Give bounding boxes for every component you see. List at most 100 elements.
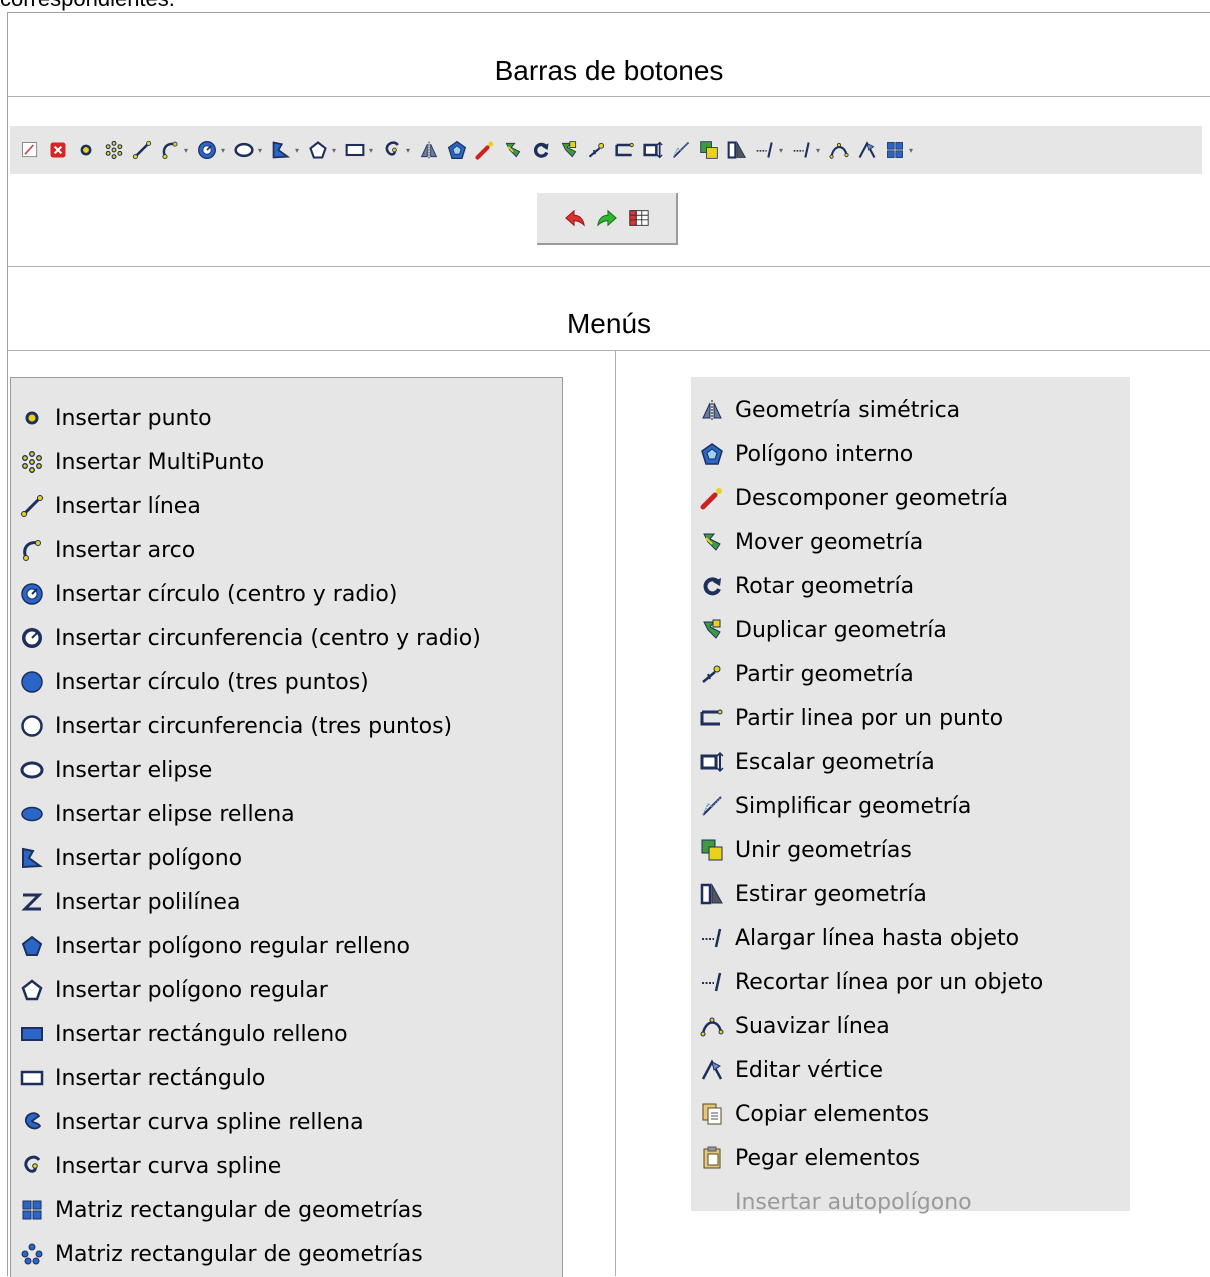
menu-item[interactable]: Insertar polígono regular — [11, 968, 562, 1012]
extend-line-icon — [699, 925, 725, 951]
menu-item[interactable]: Insertar círculo (centro y radio) — [11, 572, 562, 616]
explode-icon — [475, 141, 494, 160]
polyline-icon — [19, 889, 45, 915]
menu-item[interactable]: Suavizar línea — [691, 1004, 1130, 1048]
rectangle-tool-button[interactable] — [341, 135, 369, 165]
menu-item[interactable]: Alargar línea hasta objeto — [691, 916, 1130, 960]
arc-tool-button[interactable] — [156, 135, 184, 165]
menu-item[interactable]: Insertar línea — [11, 484, 562, 528]
menu-item-label: Partir geometría — [735, 661, 914, 687]
menu-item[interactable]: Insertar curva spline rellena — [11, 1100, 562, 1144]
menu-item[interactable]: Duplicar geometría — [691, 608, 1130, 652]
dropdown-arrow-icon[interactable]: ▾ — [816, 146, 825, 155]
explode-icon — [699, 485, 725, 511]
table-icon — [628, 210, 649, 226]
dropdown-arrow-icon[interactable]: ▾ — [406, 146, 415, 155]
regular-polygon-tool-button[interactable] — [304, 135, 332, 165]
dropdown-arrow-icon[interactable]: ▾ — [221, 146, 230, 155]
menu-item[interactable]: Partir linea por un punto — [691, 696, 1130, 740]
menu-item[interactable]: Matriz rectangular de geometrías — [11, 1188, 562, 1232]
menu-item[interactable]: Insertar rectángulo — [11, 1056, 562, 1100]
duplicate-tool-button[interactable] — [555, 135, 583, 165]
explode-tool-button[interactable] — [471, 135, 499, 165]
spline-tool-button[interactable] — [378, 135, 406, 165]
edit-toggle-tool-button[interactable] — [16, 135, 44, 165]
menu-item[interactable]: Insertar circunferencia (tres puntos) — [11, 704, 562, 748]
stop-edit-tool-button[interactable] — [44, 135, 72, 165]
dropdown-arrow-icon[interactable]: ▾ — [295, 146, 304, 155]
internal-polygon-tool-button[interactable] — [443, 135, 471, 165]
menu-item[interactable]: Insertar polilínea — [11, 880, 562, 924]
menu-item-label: Estirar geometría — [735, 881, 927, 907]
column-divider — [615, 350, 616, 1276]
rectangle-icon — [19, 1065, 45, 1091]
polygon-tool-button[interactable] — [267, 135, 295, 165]
menu-item[interactable]: Mover geometría — [691, 520, 1130, 564]
menu-item[interactable]: Insertar MultiPunto — [11, 440, 562, 484]
extend-line-tool-button[interactable] — [751, 135, 779, 165]
line-tool-button[interactable] — [128, 135, 156, 165]
dropdown-arrow-icon[interactable]: ▾ — [184, 146, 193, 155]
dropdown-arrow-icon[interactable]: ▾ — [258, 146, 267, 155]
menu-item-label: Insertar círculo (centro y radio) — [55, 581, 398, 607]
menu-item[interactable]: Insertar círculo (tres puntos) — [11, 660, 562, 704]
scale-tool-button[interactable] — [639, 135, 667, 165]
menu-item[interactable]: Copiar elementos — [691, 1092, 1130, 1136]
menu-item[interactable]: Unir geometrías — [691, 828, 1130, 872]
menu-item[interactable]: Insertar polígono — [11, 836, 562, 880]
menu-item[interactable]: Recortar línea por un objeto — [691, 960, 1130, 1004]
menu-item[interactable]: Estirar geometría — [691, 872, 1130, 916]
dropdown-arrow-icon[interactable]: ▾ — [332, 146, 341, 155]
circle-tool-button[interactable] — [193, 135, 221, 165]
menu-item[interactable]: Matriz rectangular de geometrías — [11, 1232, 562, 1276]
dropdown-arrow-icon[interactable]: ▾ — [909, 146, 918, 155]
dropdown-arrow-icon[interactable]: ▾ — [369, 146, 378, 155]
regular-polygon-icon — [309, 141, 327, 159]
menu-item[interactable]: Escalar geometría — [691, 740, 1130, 784]
menu-item[interactable]: Insertar elipse — [11, 748, 562, 792]
menu-item[interactable]: Descomponer geometría — [691, 476, 1130, 520]
menu-item[interactable]: Polígono interno — [691, 432, 1130, 476]
menu-item[interactable]: Simplificar geometría — [691, 784, 1130, 828]
menu-item[interactable]: Insertar arco — [11, 528, 562, 572]
split-tool-button[interactable] — [583, 135, 611, 165]
symmetry-tool-button[interactable] — [415, 135, 443, 165]
ellipse-icon — [234, 142, 254, 158]
trim-line-tool-button[interactable] — [788, 135, 816, 165]
menu-item-label: Insertar circunferencia (centro y radio) — [55, 625, 481, 651]
circle-icon — [198, 141, 216, 159]
split-line-tool-button[interactable] — [611, 135, 639, 165]
edit-vertex-icon — [858, 141, 876, 158]
join-tool-button[interactable] — [695, 135, 723, 165]
dropdown-arrow-icon[interactable]: ▾ — [779, 146, 788, 155]
menu-item[interactable]: Insertar elipse rellena — [11, 792, 562, 836]
menu-item[interactable]: Partir geometría — [691, 652, 1130, 696]
menu-item[interactable]: Editar vértice — [691, 1048, 1130, 1092]
menu-item[interactable]: Pegar elementos — [691, 1136, 1130, 1180]
edit-vertex-icon — [699, 1057, 725, 1083]
divider — [8, 350, 1210, 351]
redo-button[interactable] — [593, 203, 621, 233]
multipoint-tool-button[interactable] — [100, 135, 128, 165]
menu-item[interactable]: Insertar polígono regular relleno — [11, 924, 562, 968]
ellipse-tool-button[interactable] — [230, 135, 258, 165]
matrix-tool-button[interactable] — [881, 135, 909, 165]
menu-item[interactable]: Geometría simétrica — [691, 388, 1130, 432]
polar-matrix-icon — [19, 1241, 45, 1267]
rotate-tool-button[interactable] — [527, 135, 555, 165]
table-button[interactable] — [625, 203, 653, 233]
menu-item[interactable]: Rotar geometría — [691, 564, 1130, 608]
split-icon — [699, 661, 725, 687]
menu-item[interactable]: Insertar punto — [11, 396, 562, 440]
menu-item[interactable]: Insertar curva spline — [11, 1144, 562, 1188]
menu-item[interactable]: Insertar circunferencia (centro y radio) — [11, 616, 562, 660]
point-tool-button[interactable] — [72, 135, 100, 165]
menu-item[interactable]: Insertar rectángulo relleno — [11, 1012, 562, 1056]
smooth-line-tool-button[interactable] — [825, 135, 853, 165]
simplify-tool-button[interactable] — [667, 135, 695, 165]
undo-button[interactable] — [561, 203, 589, 233]
move-tool-button[interactable] — [499, 135, 527, 165]
menu-item-label: Copiar elementos — [735, 1101, 930, 1127]
edit-vertex-tool-button[interactable] — [853, 135, 881, 165]
stretch-tool-button[interactable] — [723, 135, 751, 165]
